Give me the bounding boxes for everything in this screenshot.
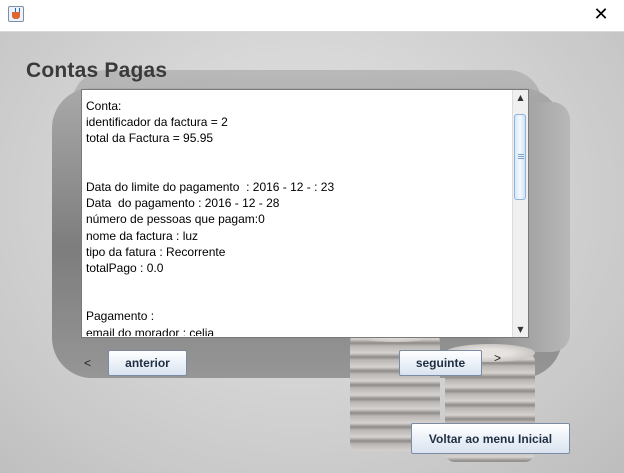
vertical-scrollbar[interactable]: ▲ ▼ (512, 90, 528, 337)
detail-line: Conta: (86, 99, 122, 113)
account-details-textarea[interactable]: Conta: identificador da factura = 2 total … (81, 89, 529, 338)
detail-line (86, 163, 511, 179)
detail-line (86, 147, 511, 163)
scroll-up-arrow-icon[interactable]: ▲ (513, 90, 528, 105)
detail-line: Data do limite do pagamento : 2016 - 12 … (86, 179, 335, 194)
previous-button[interactable]: anterior (108, 350, 187, 376)
detail-line: tipo da fatura : Recorrente (86, 244, 226, 259)
detail-line: totalPago : 0.0 (86, 260, 164, 275)
detail-line: identificador da factura = 2 (86, 115, 228, 130)
java-app-icon (8, 6, 24, 22)
detail-line: nome da factura : luz (86, 228, 199, 243)
detail-line (86, 276, 511, 292)
main-panel: Contas Pagas Conta: identificador da fact… (0, 32, 624, 473)
detail-line: Data do pagamento : 2016 - 12 - 28 (86, 196, 280, 211)
detail-line: Pagamento : (86, 309, 155, 324)
page-title: Contas Pagas (26, 59, 168, 82)
next-arrow-icon: > (494, 351, 502, 365)
detail-line: total da Factura = 95.95 (86, 131, 214, 146)
detail-line: número de pessoas que pagam:0 (86, 212, 265, 227)
next-button[interactable]: seguinte (399, 350, 482, 376)
detail-line: email do morador : celia (86, 325, 215, 336)
detail-line (86, 292, 511, 308)
back-to-main-menu-button[interactable]: Voltar ao menu Inicial (411, 423, 570, 454)
account-details-text: Conta: identificador da factura = 2 total … (86, 98, 511, 336)
scroll-down-arrow-icon[interactable]: ▼ (513, 322, 528, 337)
prev-arrow-icon: < (84, 356, 92, 370)
window-titlebar: ✕ (0, 0, 624, 32)
close-icon[interactable]: ✕ (590, 4, 612, 26)
scroll-thumb[interactable] (514, 114, 526, 200)
